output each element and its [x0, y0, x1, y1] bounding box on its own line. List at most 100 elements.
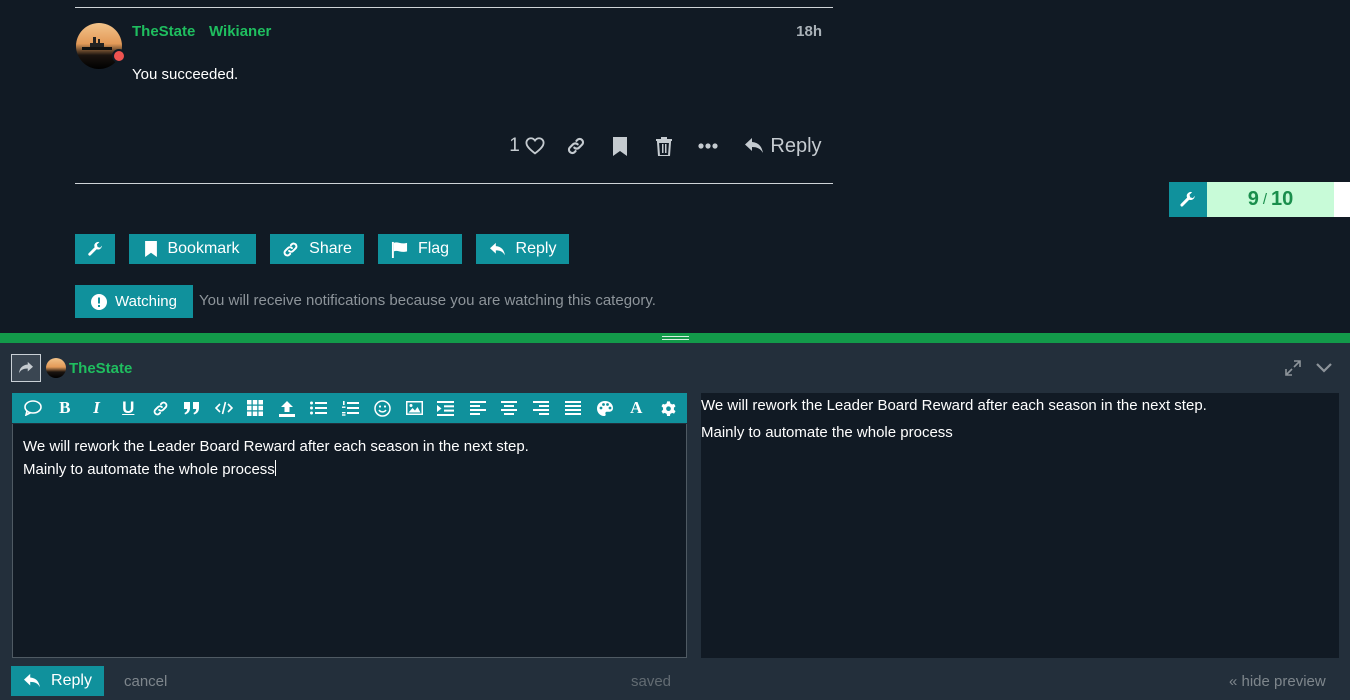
- justify-button[interactable]: [562, 397, 584, 419]
- composer-username[interactable]: TheState: [69, 360, 132, 377]
- like-count: 1: [509, 135, 520, 156]
- color-button[interactable]: [594, 397, 616, 419]
- submit-reply-button[interactable]: Reply: [11, 666, 104, 696]
- editor-line-with-caret: Mainly to automate the whole process: [23, 459, 676, 482]
- post-user-title: Wikianer: [209, 23, 272, 40]
- bookmark-button[interactable]: Bookmark: [129, 234, 256, 264]
- bookmark-icon: [613, 136, 627, 156]
- italic-button[interactable]: I: [86, 397, 108, 419]
- collapse-composer-button[interactable]: [1316, 362, 1332, 374]
- cancel-link[interactable]: cancel: [124, 673, 167, 690]
- table-button[interactable]: [244, 397, 266, 419]
- text-caret: [274, 459, 276, 476]
- emoji-button[interactable]: [371, 397, 393, 419]
- wrench-icon: [87, 241, 104, 258]
- ellipsis-icon: [698, 143, 718, 149]
- post-body: You succeeded.: [132, 66, 239, 83]
- submit-reply-label: Reply: [51, 672, 92, 689]
- progress-current: 9: [1247, 188, 1259, 210]
- reply-icon: [23, 673, 41, 689]
- bookmark-post-button[interactable]: [598, 130, 642, 162]
- post-reply-button[interactable]: Reply: [738, 130, 828, 162]
- align-left-button[interactable]: [467, 397, 489, 419]
- notification-level-button[interactable]: Watching: [75, 285, 193, 318]
- list-icon: [310, 401, 328, 415]
- flag-button[interactable]: Flag: [378, 234, 462, 264]
- status-indicator: [112, 49, 126, 63]
- admin-menu-button[interactable]: [1169, 182, 1207, 217]
- reply-to-button[interactable]: [11, 354, 41, 382]
- underline-button[interactable]: U: [117, 397, 139, 419]
- gear-icon: [660, 400, 677, 417]
- composer-avatar: [46, 358, 66, 378]
- post-actions: 1 Reply: [500, 130, 828, 162]
- image-button[interactable]: [403, 397, 425, 419]
- post-top-divider: [75, 7, 833, 8]
- share-button[interactable]: Share: [270, 234, 364, 264]
- progress-remaining: [1334, 182, 1350, 217]
- trash-icon: [656, 136, 672, 156]
- align-right-button[interactable]: [530, 397, 552, 419]
- align-left-icon: [469, 401, 486, 415]
- palette-icon: [596, 400, 614, 417]
- topic-progress[interactable]: 9 / 10: [1169, 182, 1350, 217]
- flag-icon: [391, 241, 408, 258]
- upload-button[interactable]: [276, 397, 298, 419]
- share-arrow-icon: [18, 361, 34, 375]
- align-right-icon: [533, 401, 549, 415]
- image-icon: [405, 401, 423, 415]
- preview-line: We will rework the Leader Board Reward a…: [701, 397, 1207, 414]
- grid-icon: [247, 400, 264, 416]
- wrench-icon: [1179, 191, 1197, 209]
- align-justify-icon: [564, 401, 581, 415]
- code-button[interactable]: [213, 397, 235, 419]
- exclamation-circle-icon: [91, 293, 107, 310]
- hide-preview-link[interactable]: « hide preview: [1229, 673, 1326, 690]
- post-username[interactable]: TheState: [132, 23, 195, 40]
- expand-composer-button[interactable]: [1285, 360, 1301, 376]
- numbered-list-button[interactable]: [340, 397, 362, 419]
- progress-total: 10: [1271, 188, 1294, 210]
- progress-separator: /: [1262, 191, 1268, 208]
- reply-textarea[interactable]: We will rework the Leader Board Reward a…: [12, 424, 687, 658]
- quote-icon: [183, 401, 201, 415]
- bullet-list-button[interactable]: [308, 397, 330, 419]
- chevron-down-icon: [1316, 362, 1332, 374]
- insert-link-button[interactable]: [149, 397, 171, 419]
- post-bottom-divider: [75, 183, 833, 184]
- preview-line: Mainly to automate the whole process: [701, 424, 953, 441]
- notification-level-label: Watching: [115, 293, 177, 310]
- align-center-button[interactable]: [498, 397, 520, 419]
- expand-icon: [1285, 360, 1301, 376]
- reply-icon: [744, 137, 764, 155]
- numbered-list-icon: [342, 400, 359, 416]
- bookmark-label: Bookmark: [167, 240, 240, 257]
- quote-post-button[interactable]: [22, 397, 44, 419]
- font-button[interactable]: A: [625, 397, 647, 419]
- copy-link-button[interactable]: [554, 130, 598, 162]
- reply-icon: [489, 242, 506, 257]
- more-actions-button[interactable]: [686, 130, 730, 162]
- grip-icon[interactable]: [662, 336, 689, 340]
- post-time[interactable]: 18h: [780, 23, 822, 40]
- topic-admin-button[interactable]: [75, 234, 115, 264]
- editor-line: Mainly to automate the whole process: [23, 460, 275, 478]
- options-button[interactable]: [657, 397, 679, 419]
- bookmark-icon: [145, 241, 158, 257]
- topic-reply-label: Reply: [515, 240, 557, 257]
- link-icon: [152, 400, 169, 417]
- saved-indicator: saved: [631, 673, 672, 690]
- like-button[interactable]: 1: [500, 130, 554, 162]
- indent-icon: [437, 400, 455, 416]
- link-icon: [566, 136, 586, 156]
- topic-reply-button[interactable]: Reply: [476, 234, 569, 264]
- indent-button[interactable]: [435, 397, 457, 419]
- blockquote-button[interactable]: [181, 397, 203, 419]
- notification-reason: You will receive notifications because y…: [199, 292, 656, 309]
- bold-button[interactable]: B: [54, 397, 76, 419]
- progress-counter[interactable]: 9 / 10: [1207, 182, 1334, 217]
- upload-icon: [279, 400, 295, 417]
- align-center-icon: [501, 401, 518, 415]
- delete-post-button[interactable]: [642, 130, 686, 162]
- preview-pane: We will rework the Leader Board Reward a…: [701, 393, 1339, 658]
